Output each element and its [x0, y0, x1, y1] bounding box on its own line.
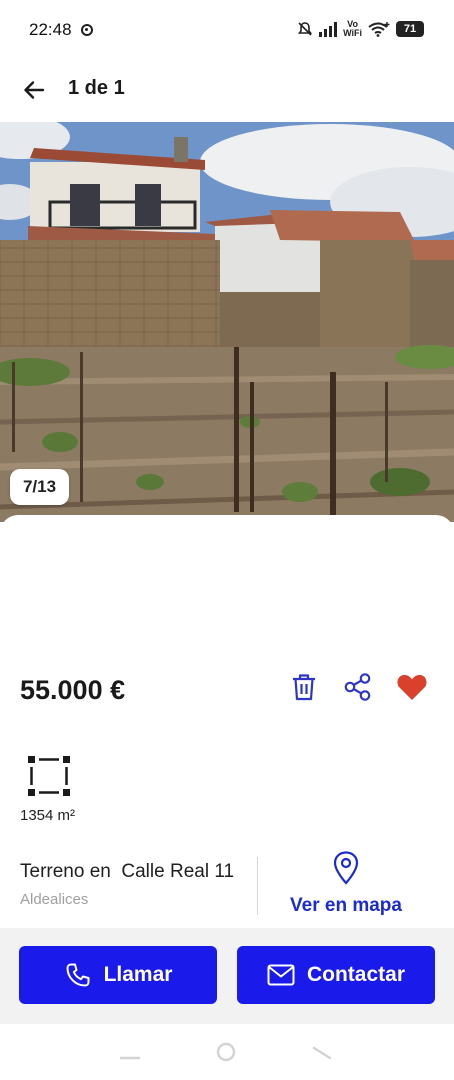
- vowifi-indicator: Vo WiFi: [343, 19, 362, 38]
- favorite-button[interactable]: [396, 671, 428, 703]
- bottom-action-bar: Llamar Contactar: [0, 928, 454, 1024]
- back-button[interactable]: [18, 74, 50, 106]
- listing-locality: Aldealices: [20, 891, 89, 908]
- mail-icon: [267, 961, 295, 989]
- view-on-map-label: Ver en mapa: [290, 895, 402, 916]
- listing-details: 55.000 € 1354 m² Terreno en Calle Real 1…: [0, 515, 454, 935]
- chrome-notification-icon: [81, 24, 93, 36]
- status-bar: 22:48 Vo WiFi 71: [0, 0, 454, 60]
- property-photo[interactable]: [0, 122, 454, 522]
- home-nav-icon[interactable]: [214, 1042, 238, 1062]
- bell-off-icon: [297, 22, 313, 36]
- status-time: 22:48: [29, 20, 72, 39]
- listing-address: Terreno en Calle Real 11: [20, 861, 235, 882]
- cell-signal-icon: [319, 21, 338, 37]
- listing-actions: [288, 671, 428, 703]
- status-indicators: Vo WiFi 71: [297, 18, 424, 40]
- back-nav-icon[interactable]: [310, 1042, 334, 1062]
- share-button[interactable]: [342, 671, 374, 703]
- contact-label: Contactar: [306, 963, 406, 986]
- listing-price: 55.000 €: [20, 675, 126, 705]
- arrow-left-icon: [24, 81, 45, 99]
- phone-icon: [64, 961, 92, 989]
- photo-counter: 7/13: [10, 469, 69, 505]
- contact-button[interactable]: Contactar: [237, 946, 435, 1004]
- system-nav-bar: [0, 1024, 454, 1080]
- share-icon: [344, 673, 371, 701]
- view-on-map-link[interactable]: Ver en mapa: [258, 851, 434, 923]
- map-pin-icon: [333, 851, 359, 885]
- call-label: Llamar: [103, 963, 173, 986]
- recents-nav-icon[interactable]: [118, 1042, 142, 1062]
- battery-indicator: 71: [396, 21, 424, 37]
- page-title: 1 de 1: [68, 77, 125, 99]
- call-button[interactable]: Llamar: [19, 946, 217, 1004]
- area-icon: [28, 756, 70, 796]
- property-photo-image: [0, 122, 454, 522]
- app-header: 1 de 1: [0, 60, 454, 118]
- trash-icon: [293, 674, 315, 701]
- heart-icon: [397, 675, 427, 700]
- area-value: 1354 m²: [20, 807, 76, 824]
- wifi-icon: [368, 22, 390, 37]
- delete-button[interactable]: [288, 671, 320, 703]
